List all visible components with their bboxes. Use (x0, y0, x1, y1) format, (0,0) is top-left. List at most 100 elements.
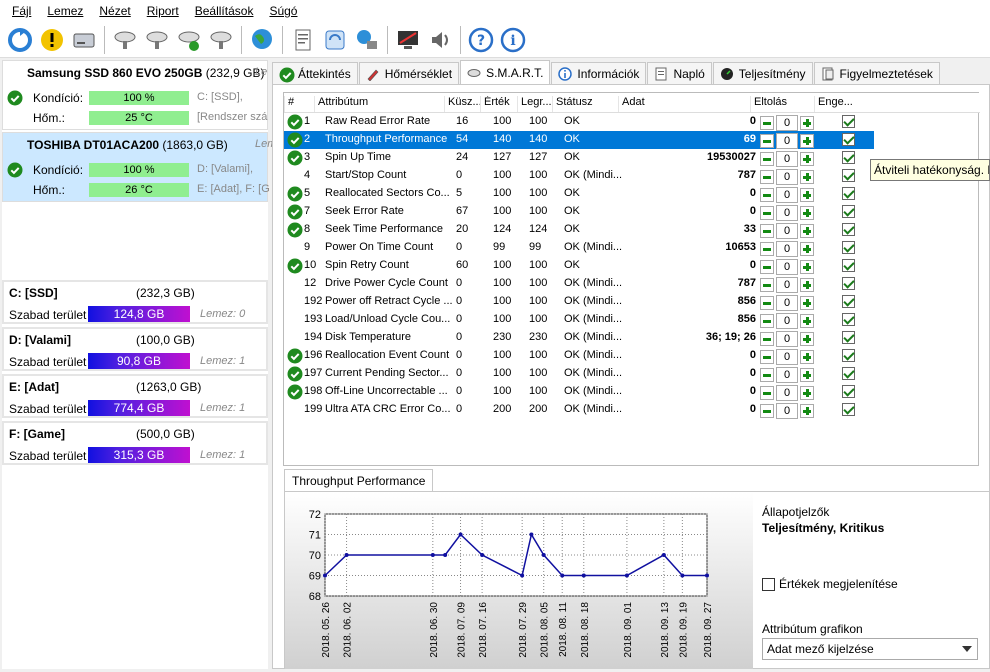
table-row[interactable]: 12 Drive Power Cycle Count 0 100 100 OK (Mind… (284, 275, 874, 293)
minus-icon[interactable] (760, 296, 774, 310)
warning-icon[interactable] (38, 26, 66, 54)
shift-value[interactable]: 0 (776, 241, 798, 257)
column-header[interactable]: Eltolás (750, 96, 814, 112)
plus-icon[interactable] (800, 404, 814, 418)
table-row[interactable]: 9 Power On Time Count 0 99 99 OK (Mindi... 106… (284, 239, 874, 257)
plus-icon[interactable] (800, 224, 814, 238)
enable-checkbox[interactable] (842, 151, 855, 164)
report-icon[interactable] (289, 26, 317, 54)
table-row[interactable]: 7 Seek Error Rate 67 100 100 OK 0 0 (284, 203, 874, 221)
shift-value[interactable]: 0 (776, 151, 798, 167)
show-values-checkbox[interactable]: Értékek megjelenítése (762, 577, 898, 591)
table-row[interactable]: 194 Disk Temperature 0 230 230 OK (Mindi... 36… (284, 329, 874, 347)
plus-icon[interactable] (800, 242, 814, 256)
monitor-icon[interactable] (394, 26, 422, 54)
shift-value[interactable]: 0 (776, 187, 798, 203)
info-icon[interactable]: i (499, 26, 527, 54)
tab-throughput-performance[interactable]: Throughput Performance (284, 469, 434, 492)
tab-1[interactable]: Hőmérséklet (358, 62, 460, 84)
menu-item-0[interactable]: Fájl (4, 0, 39, 22)
shift-value[interactable]: 0 (776, 133, 798, 149)
enable-checkbox[interactable] (842, 259, 855, 272)
enable-checkbox[interactable] (842, 367, 855, 380)
menu-item-1[interactable]: Lemez (39, 0, 91, 22)
enable-checkbox[interactable] (842, 385, 855, 398)
volume-item[interactable]: C: [SSD] (232,3 GB) Szabad terület 124,8 GB… (2, 280, 268, 324)
menu-item-2[interactable]: Nézet (91, 0, 138, 22)
drive-item[interactable]: Samsung SSD 860 EVO 250GB (232,9 GB) Le Ko… (2, 60, 268, 130)
plus-icon[interactable] (800, 170, 814, 184)
enable-checkbox[interactable] (842, 349, 855, 362)
tab-5[interactable]: Teljesítmény (712, 62, 813, 84)
column-header[interactable]: Küsz... (444, 96, 480, 112)
table-row[interactable]: 192 Power off Retract Cycle ... 0 100 100 OK … (284, 293, 874, 311)
plus-icon[interactable] (800, 116, 814, 130)
enable-checkbox[interactable] (842, 295, 855, 308)
volume-item[interactable]: F: [Game] (500,0 GB) Szabad terület 315,3 G… (2, 421, 268, 465)
enable-checkbox[interactable] (842, 133, 855, 146)
table-row[interactable]: 199 Ultra ATA CRC Error Co... 0 200 200 OK (M… (284, 401, 874, 419)
minus-icon[interactable] (760, 386, 774, 400)
minus-icon[interactable] (760, 404, 774, 418)
disk-search-icon[interactable] (207, 26, 235, 54)
enable-checkbox[interactable] (842, 169, 855, 182)
table-row[interactable]: 2 Throughput Performance 54 140 140 OK 69 0 (284, 131, 874, 149)
plus-icon[interactable] (800, 206, 814, 220)
attribute-graph-select[interactable]: Adat mező kijelzése (762, 638, 978, 660)
table-row[interactable]: 198 Off-Line Uncorrectable ... 0 100 100 OK (… (284, 383, 874, 401)
enable-checkbox[interactable] (842, 313, 855, 326)
tab-3[interactable]: Információk (551, 62, 647, 84)
shift-value[interactable]: 0 (776, 259, 798, 275)
enable-checkbox[interactable] (842, 241, 855, 254)
table-row[interactable]: 193 Load/Unload Cycle Cou... 0 100 100 OK (Mi… (284, 311, 874, 329)
tab-0[interactable]: Áttekintés (272, 62, 358, 84)
disk-check-icon[interactable] (175, 26, 203, 54)
table-row[interactable]: 197 Current Pending Sector... 0 100 100 OK (M… (284, 365, 874, 383)
shift-value[interactable]: 0 (776, 331, 798, 347)
shift-value[interactable]: 0 (776, 313, 798, 329)
minus-icon[interactable] (760, 260, 774, 274)
sync-icon[interactable] (321, 26, 349, 54)
network-globe-icon[interactable] (353, 26, 381, 54)
table-row[interactable]: 1 Raw Read Error Rate 16 100 100 OK 0 0 (284, 113, 874, 131)
minus-icon[interactable] (760, 170, 774, 184)
enable-checkbox[interactable] (842, 403, 855, 416)
drive-icon[interactable] (70, 26, 98, 54)
shift-value[interactable]: 0 (776, 205, 798, 221)
globe-icon[interactable] (248, 26, 276, 54)
tab-6[interactable]: Figyelmeztetések (813, 62, 940, 84)
menu-item-5[interactable]: Súgó (261, 0, 305, 22)
minus-icon[interactable] (760, 188, 774, 202)
menu-item-3[interactable]: Riport (139, 0, 187, 22)
menu-item-4[interactable]: Beállítások (187, 0, 262, 22)
shift-value[interactable]: 0 (776, 367, 798, 383)
plus-icon[interactable] (800, 350, 814, 364)
plus-icon[interactable] (800, 332, 814, 346)
refresh-icon[interactable] (6, 26, 34, 54)
enable-checkbox[interactable] (842, 331, 855, 344)
volume-item[interactable]: D: [Valami] (100,0 GB) Szabad terület 90,8 … (2, 327, 268, 371)
disk-add-icon[interactable] (143, 26, 171, 54)
tab-2[interactable]: S.M.A.R.T. (460, 60, 551, 84)
enable-checkbox[interactable] (842, 115, 855, 128)
table-row[interactable]: 196 Reallocation Event Count 0 100 100 OK (Mi… (284, 347, 874, 365)
table-row[interactable]: 4 Start/Stop Count 0 100 100 OK (Mindi... 787 0 (284, 167, 874, 185)
enable-checkbox[interactable] (842, 187, 855, 200)
enable-checkbox[interactable] (842, 205, 855, 218)
column-header[interactable]: Érték (480, 96, 517, 112)
shift-value[interactable]: 0 (776, 223, 798, 239)
column-header[interactable]: Enge... (814, 96, 874, 112)
volume-item[interactable]: E: [Adat] (1263,0 GB) Szabad terület 774,4 … (2, 374, 268, 418)
plus-icon[interactable] (800, 314, 814, 328)
shift-value[interactable]: 0 (776, 349, 798, 365)
minus-icon[interactable] (760, 134, 774, 148)
minus-icon[interactable] (760, 116, 774, 130)
minus-icon[interactable] (760, 224, 774, 238)
shift-value[interactable]: 0 (776, 385, 798, 401)
column-header[interactable]: Attribútum (314, 96, 444, 112)
column-header[interactable]: Adat (618, 96, 750, 112)
enable-checkbox[interactable] (842, 277, 855, 290)
minus-icon[interactable] (760, 242, 774, 256)
help-icon[interactable]: ? (467, 26, 495, 54)
minus-icon[interactable] (760, 350, 774, 364)
